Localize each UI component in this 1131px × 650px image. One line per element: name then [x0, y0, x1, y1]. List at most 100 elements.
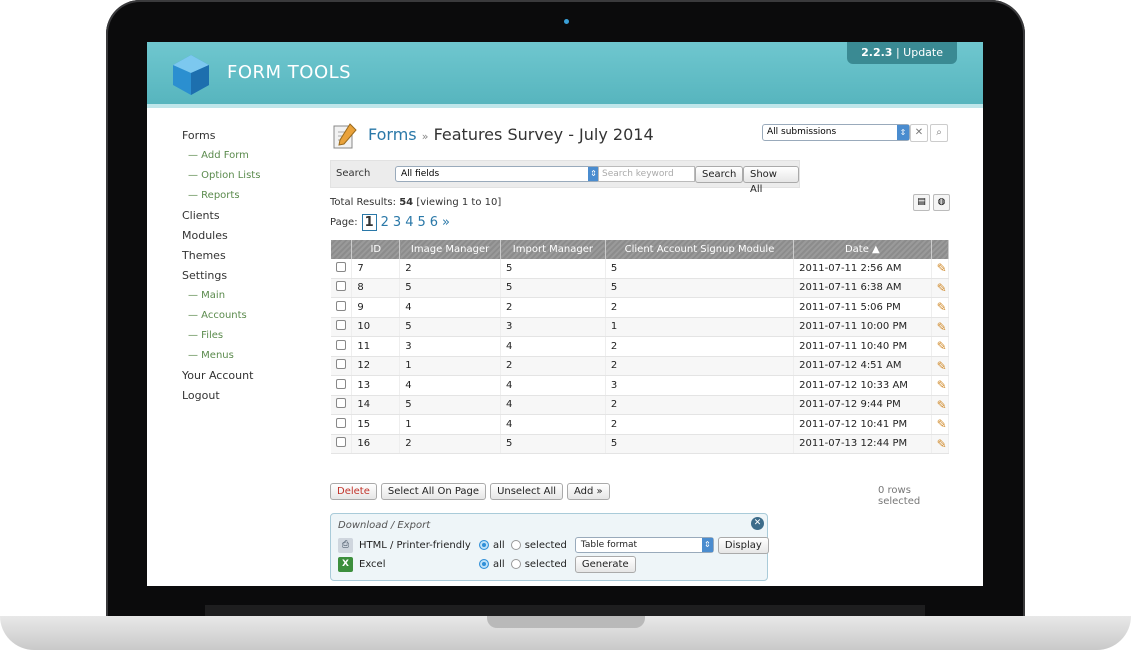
edit-cell[interactable]: ✎	[931, 297, 950, 318]
table-row[interactable]: 7 2 5 5 2011-07-11 2:56 AM ✎	[331, 259, 950, 279]
page-link[interactable]: 5	[417, 215, 425, 230]
row-checkbox[interactable]	[336, 359, 346, 370]
row-checkbox-cell[interactable]	[331, 336, 353, 357]
magnifier-icon[interactable]: ⌕	[930, 124, 948, 142]
nav-item-accounts[interactable]: — Accounts	[182, 306, 322, 326]
row-checkbox[interactable]	[336, 437, 346, 448]
edit-cell[interactable]: ✎	[931, 259, 950, 279]
row-checkbox-cell[interactable]	[331, 375, 353, 396]
edit-cell[interactable]: ✎	[931, 395, 950, 415]
add-button[interactable]: Add »	[567, 483, 610, 500]
pencil-icon[interactable]: ✎	[937, 417, 947, 431]
nav-item-your-account[interactable]: Your Account	[182, 366, 322, 386]
table-row[interactable]: 10 5 3 1 2011-07-11 10:00 PM ✎	[331, 317, 950, 337]
page-link[interactable]: 3	[393, 215, 401, 230]
column-header-import-manager[interactable]: Import Manager	[500, 240, 606, 259]
row-checkbox[interactable]	[336, 281, 346, 292]
row-checkbox[interactable]	[336, 398, 346, 409]
pencil-icon[interactable]: ✎	[937, 320, 947, 334]
nav-item-option-lists[interactable]: — Option Lists	[182, 166, 322, 186]
generate-button[interactable]: Generate	[574, 555, 636, 573]
row-checkbox-cell[interactable]	[331, 317, 353, 337]
pencil-icon[interactable]: ✎	[937, 300, 947, 314]
close-icon[interactable]: ✕	[751, 517, 764, 530]
cell-image-manager: 2	[399, 434, 501, 454]
nav-item-settings[interactable]: Settings	[182, 266, 322, 286]
edit-cell[interactable]: ✎	[931, 414, 950, 435]
pencil-icon[interactable]: ✎	[937, 281, 947, 295]
nav-item-add-form[interactable]: — Add Form	[182, 146, 322, 166]
nav-item-files[interactable]: — Files	[182, 326, 322, 346]
search-button[interactable]: Search	[695, 166, 744, 183]
table-row[interactable]: 13 4 4 3 2011-07-12 10:33 AM ✎	[331, 375, 950, 396]
column-header-date[interactable]: Date ▲	[793, 240, 932, 259]
radio-all-excel[interactable]	[479, 559, 489, 569]
pencil-icon[interactable]: ✎	[937, 339, 947, 353]
row-checkbox-cell[interactable]	[331, 259, 353, 279]
edit-cell[interactable]: ✎	[931, 356, 950, 376]
row-checkbox-cell[interactable]	[331, 414, 353, 435]
page-link-current[interactable]: 1	[361, 214, 377, 231]
pencil-icon[interactable]: ✎	[937, 378, 947, 392]
nav-item-clients[interactable]: Clients	[182, 206, 322, 226]
row-checkbox[interactable]	[336, 339, 346, 350]
search-keyword-input[interactable]: Search keyword	[598, 166, 695, 182]
table-row[interactable]: 9 4 2 2 2011-07-11 5:06 PM ✎	[331, 297, 950, 318]
edit-cell[interactable]: ✎	[931, 375, 950, 396]
table-row[interactable]: 11 3 4 2 2011-07-11 10:40 PM ✎	[331, 336, 950, 357]
search-field-select[interactable]: All fields ⇕	[395, 166, 600, 182]
row-checkbox[interactable]	[336, 320, 346, 331]
pencil-icon[interactable]: ✎	[937, 437, 947, 451]
page-link[interactable]: 6	[430, 215, 438, 230]
edit-cell[interactable]: ✎	[931, 278, 950, 298]
nav-item-menus[interactable]: — Menus	[182, 346, 322, 366]
nav-item-main[interactable]: — Main	[182, 286, 322, 306]
display-button[interactable]: Display	[717, 536, 769, 554]
row-checkbox-cell[interactable]	[331, 434, 353, 454]
radio-all-html[interactable]	[479, 540, 489, 550]
row-checkbox-cell[interactable]	[331, 356, 353, 376]
breadcrumb-forms[interactable]: Forms	[368, 125, 417, 144]
page-link[interactable]: 2	[381, 215, 389, 230]
next-page-link[interactable]: »	[442, 215, 450, 230]
globe-icon[interactable]: ◍	[933, 194, 950, 211]
row-checkbox-cell[interactable]	[331, 297, 353, 318]
radio-selected-html[interactable]	[510, 540, 521, 550]
clear-view-icon[interactable]: ✕	[910, 124, 928, 142]
column-header-client-signup[interactable]: Client Account Signup Module	[605, 240, 795, 259]
nav-item-themes[interactable]: Themes	[182, 246, 322, 266]
nav-item-logout[interactable]: Logout	[182, 386, 322, 406]
show-all-button[interactable]: Show All	[743, 166, 799, 195]
edit-cell[interactable]: ✎	[931, 336, 950, 357]
unselect-all-button[interactable]: Unselect All	[490, 483, 564, 500]
select-all-button[interactable]: Select All On Page	[380, 483, 487, 500]
edit-cell[interactable]: ✎	[931, 434, 950, 454]
table-row[interactable]: 12 1 2 2 2011-07-12 4:51 AM ✎	[331, 356, 950, 376]
row-checkbox-cell[interactable]	[331, 395, 353, 415]
row-checkbox[interactable]	[336, 378, 346, 389]
delete-button[interactable]: Delete	[330, 483, 377, 500]
column-header-id[interactable]: ID	[351, 240, 401, 259]
update-link[interactable]: Update	[903, 46, 943, 59]
clipboard-icon[interactable]: ▤	[913, 194, 930, 211]
nav-item-reports[interactable]: — Reports	[182, 186, 322, 206]
edit-cell[interactable]: ✎	[931, 317, 950, 337]
pencil-icon[interactable]: ✎	[937, 359, 947, 373]
row-checkbox[interactable]	[336, 261, 346, 272]
pencil-icon[interactable]: ✎	[937, 261, 947, 275]
nav-item-modules[interactable]: Modules	[182, 226, 322, 246]
page-link[interactable]: 4	[405, 215, 413, 230]
row-checkbox[interactable]	[336, 417, 346, 428]
format-select[interactable]: Table format ⇕	[574, 537, 714, 553]
radio-selected-excel[interactable]	[510, 559, 521, 569]
column-header-image-manager[interactable]: Image Manager	[399, 240, 501, 259]
nav-item-forms[interactable]: Forms	[182, 126, 322, 146]
table-row[interactable]: 15 1 4 2 2011-07-12 10:41 PM ✎	[331, 414, 950, 435]
table-row[interactable]: 16 2 5 5 2011-07-13 12:44 PM ✎	[331, 434, 950, 454]
table-row[interactable]: 14 5 4 2 2011-07-12 9:44 PM ✎	[331, 395, 950, 415]
view-select[interactable]: All submissions ⇕	[762, 124, 910, 141]
row-checkbox[interactable]	[336, 300, 346, 311]
pencil-icon[interactable]: ✎	[937, 398, 947, 412]
row-checkbox-cell[interactable]	[331, 278, 353, 298]
table-row[interactable]: 8 5 5 5 2011-07-11 6:38 AM ✎	[331, 278, 950, 298]
